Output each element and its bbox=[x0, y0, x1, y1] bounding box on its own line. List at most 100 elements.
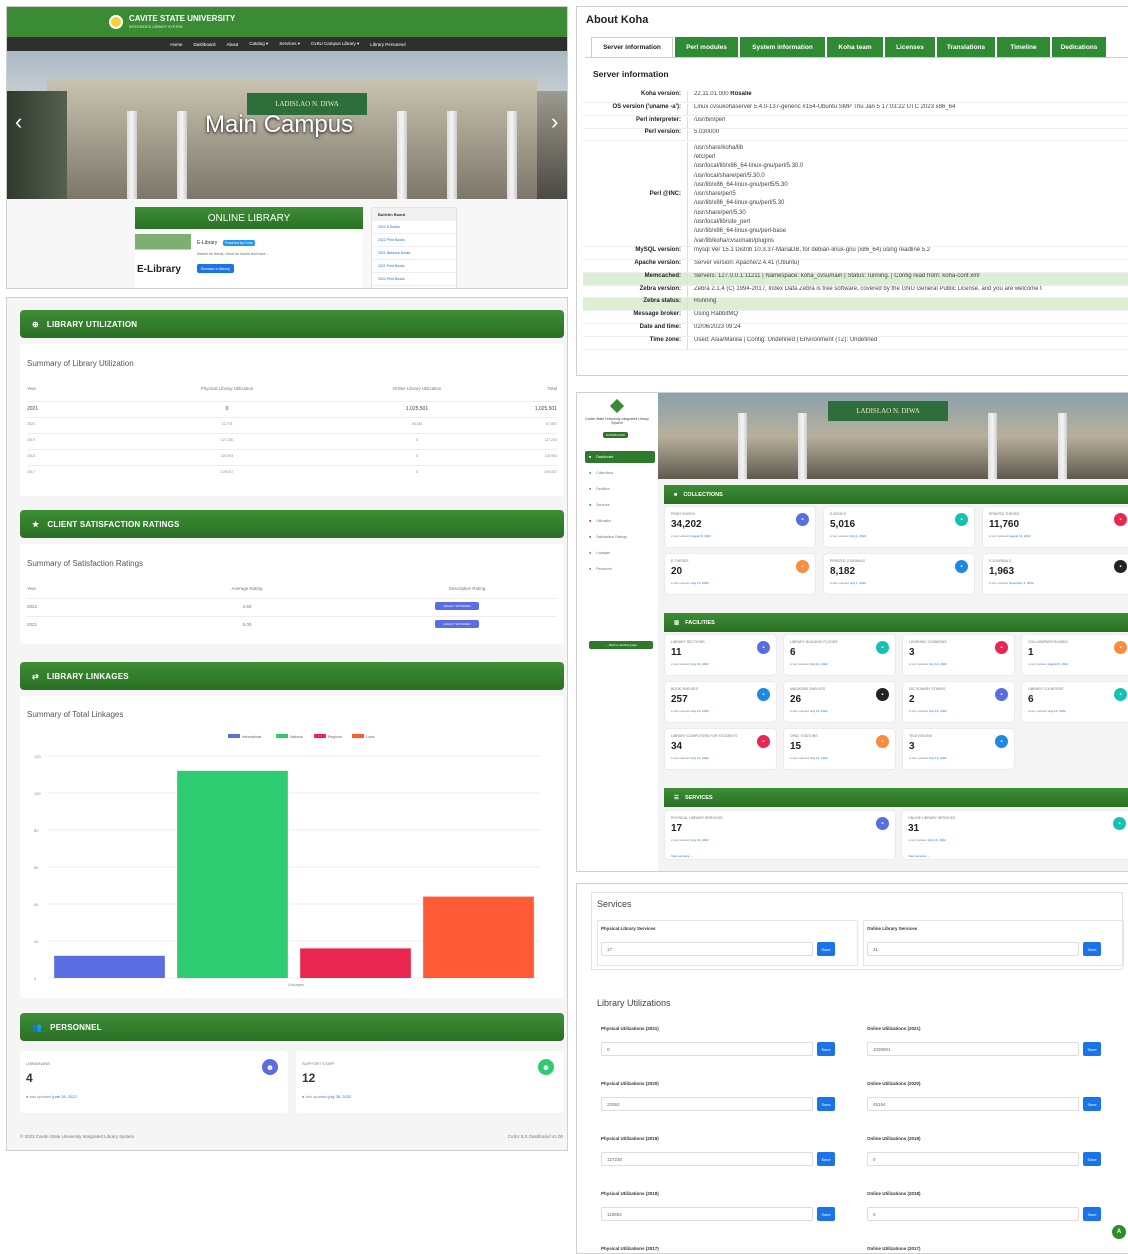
tab-translations[interactable]: Translations bbox=[937, 37, 995, 57]
hero-title: Main Campus bbox=[205, 111, 354, 138]
online-library-title: ONLINE LIBRARY bbox=[135, 207, 363, 229]
university-logo bbox=[109, 15, 123, 29]
online-utilization-input[interactable]: 45154 bbox=[867, 1097, 1079, 1111]
stat-card: MAGAZINE SHELVES 26 ● last updated July 14… bbox=[784, 682, 895, 722]
y-tick-label: 20 bbox=[34, 939, 39, 944]
nav-item[interactable]: CvSU Campus Library ▾ bbox=[311, 41, 359, 47]
stat-icon: ▪ bbox=[1114, 560, 1127, 573]
stat-card: BOOK SHELVES 257 ● last updated July 14, 2… bbox=[665, 682, 776, 722]
bulletin-item[interactable]: 2022 Print Books bbox=[372, 234, 456, 247]
physical-utilization-save-button[interactable]: Save bbox=[817, 1207, 835, 1221]
perl-inc-path: /usr/lib/x86_64-linux-gnu/perl-base bbox=[694, 228, 787, 235]
list-icon: ☰ bbox=[674, 794, 679, 801]
tab-perl-modules[interactable]: Perl modules bbox=[675, 37, 738, 57]
tab-system-information[interactable]: System information bbox=[740, 37, 825, 57]
elibrary-logo: E-Library bbox=[135, 234, 191, 286]
server-info-row: Date and time: 02/06/2023 09:24 bbox=[583, 324, 1128, 337]
y-tick-label: 100 bbox=[34, 791, 41, 796]
accessibility-fab[interactable]: A bbox=[1112, 1225, 1126, 1239]
stat-card: LIBRARY SECTIONS 11 ● last updated July 14… bbox=[665, 635, 776, 675]
table-header: Descriptive Rating bbox=[448, 586, 486, 591]
online-utilization-label: Online Utilizations (2018) bbox=[867, 1191, 921, 1196]
about-koha-title: About Koha bbox=[586, 14, 649, 26]
menu-icon: ■ bbox=[589, 503, 592, 507]
online-utilization-save-button[interactable]: Save bbox=[1083, 1207, 1101, 1221]
stat-card: LIBRARY BUILDING FLOORS 6 ● last updated J… bbox=[784, 635, 895, 675]
menu-icon: ■ bbox=[589, 455, 592, 459]
physical-utilization-save-button[interactable]: Save bbox=[817, 1042, 835, 1056]
utilization-form-title: Library Utilizations bbox=[597, 998, 671, 1008]
view-online-services-link[interactable]: View services → bbox=[908, 854, 930, 858]
admin-brand: Cavite State University Integrated Libra… bbox=[585, 417, 649, 425]
table-cell: 2021 bbox=[27, 622, 38, 627]
back-to-landing-button[interactable]: ← Back to landing page bbox=[589, 641, 653, 649]
bulletin-item[interactable]: 2021 Network Books bbox=[372, 247, 456, 260]
server-info-row: Apache version: Server version: Apache/2.… bbox=[583, 260, 1128, 273]
sidebar-item-services[interactable]: ■ Services bbox=[585, 499, 655, 511]
physical-utilization-input[interactable]: 0 bbox=[601, 1042, 813, 1056]
online-utilization-save-button[interactable]: Save bbox=[1083, 1042, 1101, 1056]
site-subtitle: INTEGRATED LIBRARY SYSTEM bbox=[129, 25, 183, 29]
sidebar-item-personnel[interactable]: ■ Personnel bbox=[585, 563, 655, 575]
elibrary-description: Search for thesis, check for books and m… bbox=[197, 252, 269, 256]
online-utilization-label: Online Utilizations (2020) bbox=[867, 1081, 921, 1086]
physical-services-input[interactable]: 17 bbox=[601, 942, 813, 956]
nav-item[interactable]: Services ▾ bbox=[279, 41, 300, 47]
browse-elibrary-button[interactable]: Browse e-library bbox=[197, 264, 234, 273]
physical-utilization-label: Physical Utilizations (2018) bbox=[601, 1191, 659, 1196]
tab-timeline[interactable]: Timeline bbox=[997, 37, 1050, 57]
physical-utilization-input[interactable]: 119953 bbox=[601, 1207, 813, 1221]
x-axis-label: Linkages bbox=[288, 982, 304, 987]
online-utilization-input[interactable]: 1025501 bbox=[867, 1042, 1079, 1056]
carousel-prev-icon[interactable]: ‹ bbox=[15, 109, 22, 135]
table-cell: 109,047 bbox=[544, 470, 557, 474]
online-services-save-button[interactable]: Save bbox=[1083, 942, 1101, 956]
bar-national bbox=[177, 770, 288, 978]
sidebar-item-utilization[interactable]: ■ Utilization bbox=[585, 515, 655, 527]
online-utilization-save-button[interactable]: Save bbox=[1083, 1097, 1101, 1111]
table-cell: 119,953 bbox=[544, 454, 557, 458]
bulletin-item[interactable]: 2021 Print Books bbox=[372, 260, 456, 273]
perl-inc-path: /usr/local/lib/site_perl bbox=[694, 219, 751, 226]
online-services-input[interactable]: 31 bbox=[867, 942, 1079, 956]
physical-utilization-save-button[interactable]: Save bbox=[817, 1097, 835, 1111]
online-utilization-label: Online Utilizations (2019) bbox=[867, 1136, 921, 1141]
edit-forms-panel: Services Physical Library Services 17 Sa… bbox=[576, 883, 1128, 1254]
online-utilization-input[interactable]: 0 bbox=[867, 1207, 1079, 1221]
physical-utilization-input[interactable]: 127230 bbox=[601, 1152, 813, 1166]
stat-card: E-JOURNALS 1,963 ● last updated November 1… bbox=[983, 554, 1128, 594]
tab-koha-team[interactable]: Koha team bbox=[827, 37, 883, 57]
stat-card: LEARNING COMMONS 3 ● last updated July 14,… bbox=[903, 635, 1014, 675]
sidebar-item-linkages[interactable]: ■ Linkages bbox=[585, 547, 655, 559]
tab-licenses[interactable]: Licenses bbox=[885, 37, 935, 57]
physical-utilization-input[interactable]: 22063 bbox=[601, 1097, 813, 1111]
support-staff-value: 12 bbox=[302, 1071, 316, 1085]
online-utilization-input[interactable]: 0 bbox=[867, 1152, 1079, 1166]
physical-services-save-button[interactable]: Save bbox=[817, 942, 835, 956]
stat-icon: ▪ bbox=[757, 688, 770, 701]
table-cell: 45,154 bbox=[411, 422, 423, 426]
sidebar-item-dashboard[interactable]: ■ Dashboard bbox=[585, 451, 655, 463]
physical-utilization-save-button[interactable]: Save bbox=[817, 1152, 835, 1166]
online-utilization-save-button[interactable]: Save bbox=[1083, 1152, 1101, 1166]
legend-swatch bbox=[352, 734, 364, 738]
nav-item[interactable]: Home bbox=[170, 42, 182, 47]
view-physical-services-link[interactable]: View services → bbox=[671, 854, 693, 858]
bulletin-item[interactable]: 2022 Print Books bbox=[372, 273, 456, 286]
bulletin-item[interactable]: 2022 E-Books bbox=[372, 221, 456, 234]
carousel-next-icon[interactable]: › bbox=[551, 109, 558, 135]
nav-item[interactable]: Dashboard bbox=[193, 42, 215, 47]
nav-item[interactable]: About bbox=[226, 42, 238, 47]
personnel-header: 👥 PERSONNEL bbox=[20, 1013, 564, 1041]
table-cell: 67,857 bbox=[546, 422, 557, 426]
sidebar-item-satisfaction-ratings[interactable]: ■ Satisfaction Ratings bbox=[585, 531, 655, 543]
online-utilization-label: Online Utilizations (2021) bbox=[867, 1026, 921, 1031]
tab-dedications[interactable]: Dedications bbox=[1052, 37, 1106, 57]
nav-item[interactable]: Catalog ▾ bbox=[249, 41, 268, 47]
sidebar-item-collections[interactable]: ■ Collections bbox=[585, 467, 655, 479]
dashboard-panel: ⊕ LIBRARY UTILIZATION Summary of Library … bbox=[6, 297, 568, 1151]
tab-server-information[interactable]: Server information bbox=[591, 37, 673, 57]
sidebar-item-facilities[interactable]: ■ Facilities bbox=[585, 483, 655, 495]
linkages-summary-title: Summary of Total Linkages bbox=[27, 710, 124, 719]
nav-item[interactable]: Library Personnel bbox=[370, 42, 405, 47]
